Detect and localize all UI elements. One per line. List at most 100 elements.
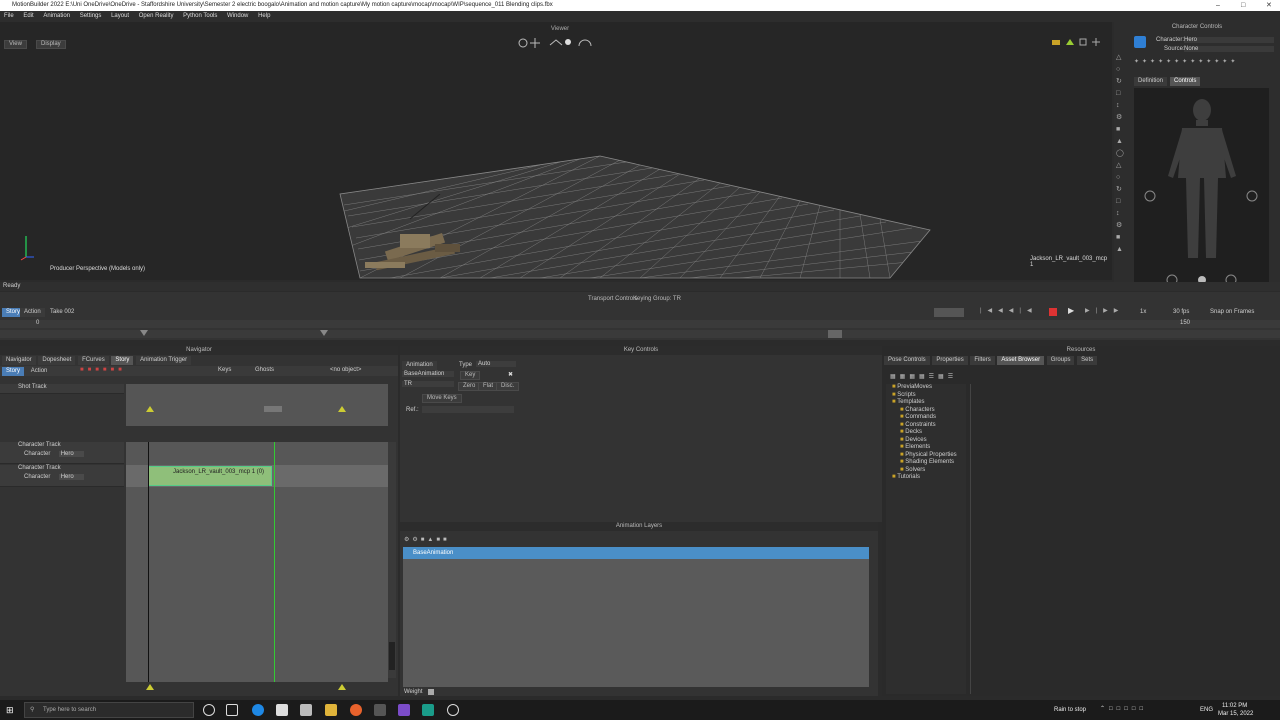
tree-item-solvers[interactable]: ■ Solvers <box>886 467 966 475</box>
range-end-marker[interactable] <box>320 330 328 336</box>
forward-controls[interactable]: ▶|▶▶ <box>1085 307 1124 314</box>
ref-field[interactable] <box>422 406 514 413</box>
animation-tab[interactable]: Animation <box>402 361 437 370</box>
delete-key-icon[interactable]: ✖ <box>508 371 513 378</box>
weight-field[interactable] <box>428 689 434 695</box>
story-tool-icons[interactable]: ■■■■■■ <box>80 367 126 373</box>
display-button[interactable]: Display <box>36 40 66 49</box>
tab-properties[interactable]: Properties <box>932 356 968 365</box>
speed-select[interactable]: 1x <box>1140 309 1146 315</box>
clock-date[interactable]: Mar 15, 2022 <box>1218 711 1253 717</box>
taskbar-search[interactable]: ⚲ Type here to search <box>24 702 194 718</box>
take-select[interactable]: Take 002 <box>50 309 74 315</box>
menu-file[interactable]: File <box>4 13 14 19</box>
language-indicator[interactable]: ENG <box>1200 707 1213 713</box>
character-icon[interactable] <box>1134 36 1146 48</box>
menu-help[interactable]: Help <box>258 13 270 19</box>
layer-list[interactable] <box>403 559 869 687</box>
tree-item-commands[interactable]: ■ Commands <box>886 414 966 422</box>
character-track-2[interactable]: Character Track Character Hero <box>0 465 124 487</box>
viewer-panel[interactable]: Viewer View Display Producer Perspective… <box>0 22 1112 280</box>
time-cursor[interactable] <box>828 330 842 338</box>
source-select[interactable]: None <box>1184 46 1274 52</box>
playhead-line[interactable] <box>274 442 275 682</box>
maximize-icon[interactable]: □ <box>1241 0 1245 11</box>
tab-definition[interactable]: Definition <box>1134 77 1168 86</box>
menu-edit[interactable]: Edit <box>23 13 33 19</box>
app-icon[interactable] <box>398 704 410 716</box>
tree-item-elements[interactable]: ■ Elements <box>886 444 966 452</box>
tab-dopesheet[interactable]: Dopesheet <box>38 356 76 365</box>
mail-icon[interactable] <box>300 704 312 716</box>
asset-content-area[interactable] <box>970 384 1276 694</box>
fps-select[interactable]: 30 fps <box>1173 309 1189 315</box>
timeline-scrollbar[interactable] <box>388 442 396 678</box>
move-keys-button[interactable]: Move Keys <box>422 394 462 403</box>
windows-start-icon[interactable]: ⊞ <box>6 705 14 716</box>
asset-tree[interactable]: ■ PreviaMoves ■ Scripts ■ Templates ■ Ch… <box>886 384 966 694</box>
play-button[interactable]: ▶ <box>1068 306 1074 315</box>
edge-icon[interactable] <box>252 704 264 716</box>
firefox-icon[interactable] <box>350 704 362 716</box>
clock-time[interactable]: 11:02 PM <box>1222 703 1247 709</box>
tree-item-templates[interactable]: ■ Templates <box>886 399 966 407</box>
character-select[interactable]: Hero <box>1184 37 1274 43</box>
asset-toolbar-icons[interactable]: ▦▦▦▦☰▦☰ <box>890 373 957 380</box>
flat-button[interactable]: Flat <box>478 382 499 391</box>
tree-item-characters[interactable]: ■ Characters <box>886 407 966 415</box>
menu-settings[interactable]: Settings <box>80 13 102 19</box>
menu-window[interactable]: Window <box>227 13 248 19</box>
tab-fcurves[interactable]: FCurves <box>78 356 109 365</box>
store-icon[interactable] <box>276 704 288 716</box>
close-icon[interactable]: ✕ <box>1266 0 1272 11</box>
vertical-tool-icons[interactable]: △ ○ ↻ □ ↕ ⚙ ■ ▲ ◯ △ ○ ↻ □ ↕ ⚙ ■ ▲ <box>1116 52 1126 282</box>
character-ghost-models[interactable] <box>355 194 485 274</box>
tree-item-physical-properties[interactable]: ■ Physical Properties <box>886 452 966 460</box>
character-track-1-value[interactable]: Hero <box>58 451 84 457</box>
unreal-icon[interactable] <box>374 704 386 716</box>
range-end-marker-lower[interactable] <box>338 684 346 690</box>
tree-item-tutorials[interactable]: ■ Tutorials <box>886 474 966 482</box>
tree-item-devices[interactable]: ■ Devices <box>886 437 966 445</box>
menu-open-reality[interactable]: Open Reality <box>139 13 174 19</box>
character-silhouette-area[interactable] <box>1134 88 1269 288</box>
character-track-1[interactable]: Character Track Character Hero <box>0 442 124 464</box>
tree-item-constraints[interactable]: ■ Constraints <box>886 422 966 430</box>
disc-button[interactable]: Disc. <box>496 382 520 391</box>
weather-text[interactable]: Rain to stop <box>1054 707 1086 713</box>
layer-tool-icons[interactable]: ⚙⚙■▲■■ <box>404 536 450 543</box>
type-select[interactable]: Auto <box>476 361 516 367</box>
record-button[interactable] <box>1049 308 1057 316</box>
menu-layout[interactable]: Layout <box>111 13 129 19</box>
keying-group-select[interactable]: TR <box>402 381 454 387</box>
tab-story[interactable]: Story <box>111 356 134 365</box>
range-start-marker[interactable] <box>140 330 148 336</box>
tab-controls[interactable]: Controls <box>1170 77 1201 86</box>
loop-buttons[interactable] <box>934 308 964 317</box>
file-explorer-icon[interactable] <box>325 704 337 716</box>
tab-groups[interactable]: Groups <box>1046 356 1075 365</box>
tree-item-decks[interactable]: ■ Decks <box>886 429 966 437</box>
task-view-icon[interactable] <box>226 704 238 716</box>
tree-item-scripts[interactable]: ■ Scripts <box>886 392 966 400</box>
snap-select[interactable]: Snap on Frames <box>1210 309 1254 315</box>
menu-animation[interactable]: Animation <box>43 13 70 19</box>
scrollbar-thumb[interactable] <box>389 642 395 670</box>
tab-filters[interactable]: Filters <box>970 356 995 365</box>
ghosts-toggle[interactable]: Ghosts <box>255 367 274 373</box>
key-button[interactable]: Key <box>460 371 481 380</box>
tab-sets[interactable]: Sets <box>1077 356 1098 365</box>
tab-pose-controls[interactable]: Pose Controls <box>884 356 930 365</box>
shot-track[interactable]: Shot Track <box>0 384 124 394</box>
story-timeline[interactable]: Jackson_LR_vault_003_mcp 1 (0) <box>126 442 388 690</box>
time-cursor-upper[interactable] <box>264 406 282 412</box>
range-start-marker-lower[interactable] <box>146 684 154 690</box>
cortana-icon[interactable] <box>203 704 215 716</box>
view-button[interactable]: View <box>4 40 27 49</box>
layer-select[interactable]: BaseAnimation <box>402 371 454 377</box>
viewer-nav-icons[interactable] <box>515 36 595 50</box>
shot-track-lane[interactable] <box>126 384 388 426</box>
motionbuilder-icon[interactable] <box>422 704 434 716</box>
zero-button[interactable]: Zero <box>458 382 481 391</box>
tab-animation-trigger[interactable]: Animation Trigger <box>136 356 192 365</box>
